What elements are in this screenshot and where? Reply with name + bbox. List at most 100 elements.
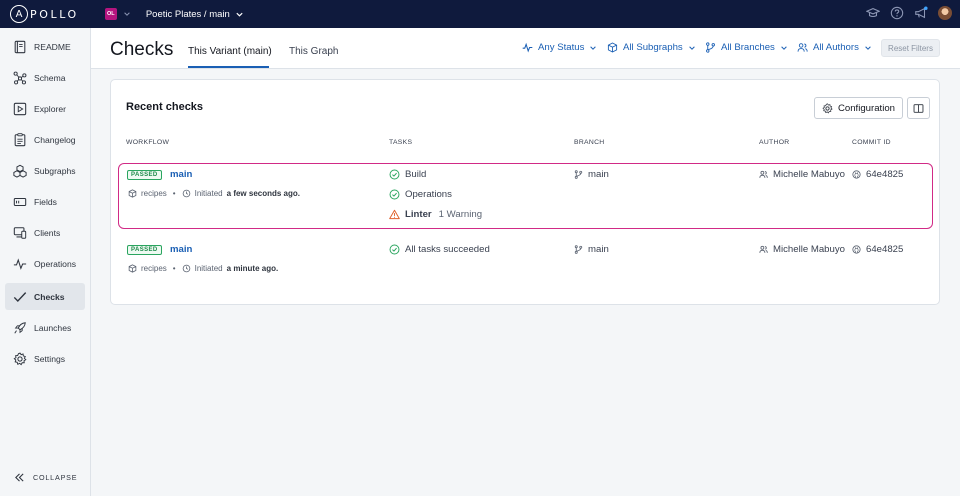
- fields-icon: [13, 197, 27, 206]
- apollo-logo[interactable]: A POLLO: [10, 5, 79, 23]
- column-header-tasks: TASKS: [389, 139, 413, 146]
- clients-icon: [13, 226, 27, 239]
- org-switcher[interactable]: OL: [104, 8, 131, 20]
- help-icon[interactable]: [890, 6, 904, 20]
- column-header-commit: COMMIT ID: [852, 139, 891, 146]
- cube-icon: [128, 189, 137, 198]
- chevron-down-icon: [124, 12, 130, 16]
- subgraph-name: recipes: [141, 264, 167, 273]
- initiated-prefix: Initiated: [194, 189, 223, 198]
- panel-title: Recent checks: [126, 101, 204, 113]
- author-cell: Michelle Mabuyo: [759, 244, 845, 255]
- graph-switcher[interactable]: Poetic Plates / main: [146, 9, 244, 20]
- workflow-meta: recipes • Initiated a minute ago.: [128, 264, 278, 273]
- top-bar: A POLLO OL Poetic Plates / main: [0, 0, 960, 28]
- configuration-label: Configuration: [837, 102, 896, 114]
- pulse-icon: [522, 42, 533, 53]
- status-badge: PASSED: [127, 170, 162, 180]
- sidebar-item-schema[interactable]: Schema: [5, 64, 85, 91]
- sidebar-item-label: Changelog: [34, 134, 76, 145]
- sidebar-item-label: Schema: [34, 72, 66, 83]
- branches-filter[interactable]: All Branches: [705, 42, 788, 53]
- status-filter-label: Any Status: [538, 42, 585, 53]
- user-avatar[interactable]: [938, 6, 952, 20]
- initiated-prefix: Initiated: [194, 264, 223, 273]
- sidebar-item-settings[interactable]: Settings: [5, 345, 85, 372]
- sidebar-item-label: Launches: [34, 322, 72, 333]
- sidebar-item-subgraphs[interactable]: Subgraphs: [5, 157, 85, 184]
- pulse-icon: [13, 257, 27, 270]
- initiated-time: a minute ago.: [226, 264, 279, 273]
- reset-filters-button[interactable]: Reset Filters: [881, 39, 940, 57]
- gear-icon: [822, 102, 833, 113]
- collapse-label: COLLAPSE: [33, 473, 78, 482]
- sidebar-item-label: Fields: [34, 196, 57, 207]
- sidebar-item-checks[interactable]: Checks: [5, 283, 85, 310]
- logo-text: POLLO: [30, 7, 79, 21]
- gear-icon: [13, 351, 27, 365]
- users-icon: [797, 43, 808, 52]
- columns-icon: [913, 103, 924, 113]
- status-filter[interactable]: Any Status: [522, 42, 597, 53]
- graph-title: Poetic Plates / main: [145, 8, 230, 20]
- initiated-time: a few seconds ago.: [226, 189, 300, 198]
- warning-icon: [389, 209, 400, 220]
- workflow-link[interactable]: main: [170, 169, 192, 180]
- chevron-down-icon: [781, 45, 787, 50]
- sidebar-item-label: README: [34, 41, 71, 52]
- sidebar-item-readme[interactable]: README: [5, 33, 85, 60]
- tab-this-variant[interactable]: This Variant (main): [188, 46, 272, 57]
- recent-checks-panel: Recent checks Configuration WORKFLOW TAS…: [110, 79, 940, 305]
- sidebar-item-label: Clients: [34, 227, 61, 238]
- authors-filter[interactable]: All Authors: [797, 42, 872, 53]
- chevron-down-icon: [865, 45, 871, 50]
- graduation-cap-icon[interactable]: [866, 6, 880, 20]
- sidebar-item-label: Checks: [34, 291, 65, 302]
- tab-this-graph[interactable]: This Graph: [289, 46, 338, 57]
- active-tab-indicator: [188, 66, 269, 68]
- commit-id: 64e4825: [866, 244, 904, 255]
- author-name: Michelle Mabuyo: [773, 244, 845, 255]
- sidebar-item-label: Operations: [34, 258, 77, 269]
- check-icon: [13, 291, 27, 302]
- commit-cell[interactable]: 64e4825: [852, 169, 903, 180]
- check-circle-icon: [389, 244, 400, 255]
- branch-icon: [574, 245, 583, 254]
- page-title: Checks: [110, 39, 174, 60]
- sidebar: README Schema Explorer Changelog Subgrap…: [0, 28, 91, 496]
- clock-icon: [182, 264, 190, 273]
- sidebar-item-operations[interactable]: Operations: [5, 250, 85, 277]
- chevron-down-icon: [590, 45, 597, 50]
- task-linter[interactable]: Linter 1 Warning: [389, 209, 482, 220]
- status-badge: PASSED: [127, 245, 162, 255]
- changelog-icon: [14, 132, 26, 146]
- sidebar-item-launches[interactable]: Launches: [5, 314, 85, 341]
- subgraphs-filter[interactable]: All Subgraphs: [607, 42, 696, 53]
- branch-name: main: [588, 169, 609, 180]
- cube-icon: [607, 42, 618, 53]
- logo-mark: A: [10, 5, 28, 23]
- org-avatar: OL: [104, 8, 117, 20]
- task-build: Build: [389, 169, 426, 180]
- sidebar-item-fields[interactable]: Fields: [5, 188, 85, 215]
- sidebar-item-clients[interactable]: Clients: [5, 219, 85, 246]
- commit-id: 64e4825: [866, 169, 904, 180]
- commit-cell[interactable]: 64e4825: [852, 244, 903, 255]
- megaphone-icon[interactable]: [914, 6, 928, 20]
- branch-cell: main: [574, 244, 609, 255]
- task-label: Build: [405, 169, 427, 180]
- task-operations: Operations: [389, 189, 452, 200]
- sidebar-item-changelog[interactable]: Changelog: [5, 126, 85, 153]
- users-icon: [759, 245, 768, 253]
- rocket-icon: [14, 321, 26, 334]
- collapse-sidebar-button[interactable]: COLLAPSE: [14, 472, 77, 483]
- column-header-author: AUTHOR: [759, 139, 790, 146]
- task-label: All tasks succeeded: [405, 244, 490, 255]
- task-all-succeeded: All tasks succeeded: [389, 244, 490, 255]
- subgraphs-filter-label: All Subgraphs: [623, 42, 683, 53]
- users-icon: [759, 170, 768, 178]
- configuration-button[interactable]: Configuration: [814, 97, 903, 119]
- workflow-link[interactable]: main: [170, 244, 192, 255]
- sidebar-item-explorer[interactable]: Explorer: [5, 95, 85, 122]
- split-view-button[interactable]: [907, 97, 930, 119]
